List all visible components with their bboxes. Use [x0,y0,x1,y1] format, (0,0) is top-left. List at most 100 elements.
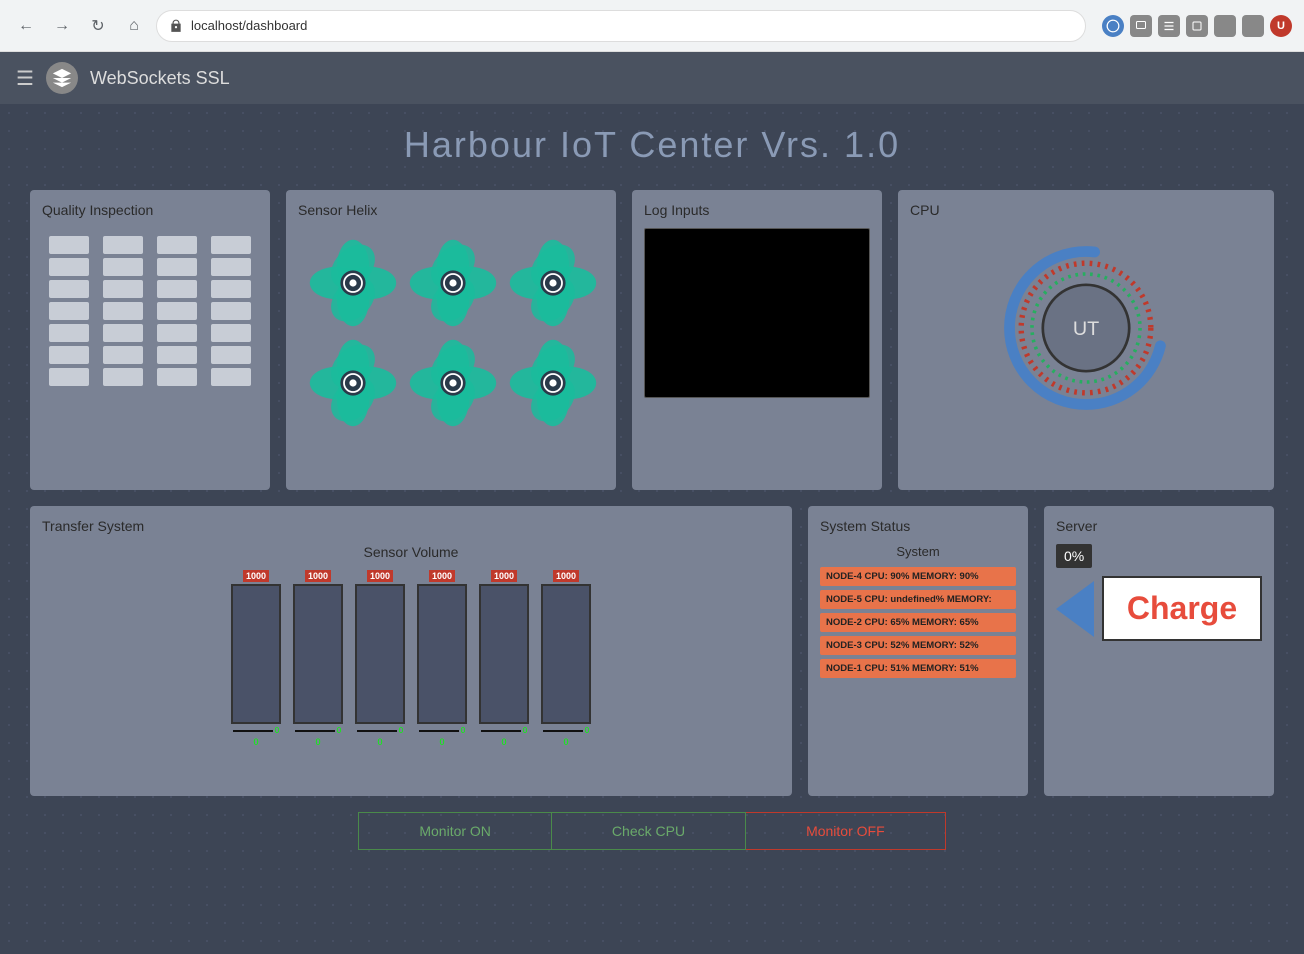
browser-icon-5 [1214,15,1236,37]
bar-outer [231,584,281,724]
server-panel: Server 0% Charge [1044,506,1274,796]
sensor-volume-title: Sensor Volume [42,544,780,560]
transfer-system-panel: Transfer System Sensor Volume 1000 0 0 [30,506,792,796]
quality-col-2 [103,236,143,386]
cpu-panel: CPU // Rendered inline below [898,190,1274,490]
bar-green-label: 0 [253,737,258,747]
status-node-3: NODE-3 CPU: 52% MEMORY: 52% [820,636,1016,655]
quality-cell [211,236,251,254]
menu-icon[interactable]: ☰ [16,66,34,91]
quality-col-4 [211,236,251,386]
bar-top-label: 1000 [243,570,269,582]
forward-button[interactable]: → [48,12,76,40]
url-text: localhost/dashboard [191,18,307,33]
quality-cell [103,280,143,298]
quality-cell [157,346,197,364]
bar-6: 1000 0 0 [541,570,591,747]
bar-outer [355,584,405,724]
flower-6 [508,338,598,428]
bar-outer [479,584,529,724]
bar-top-label: 1000 [305,570,331,582]
browser-bar: ← → ↻ ⌂ localhost/dashboard U [0,0,1304,52]
monitor-off-button[interactable]: Monitor OFF [746,812,946,850]
monitor-on-button[interactable]: Monitor ON [358,812,552,850]
quality-cell [49,236,89,254]
page-title: Harbour IoT Center Vrs. 1.0 [30,124,1274,166]
address-bar[interactable]: localhost/dashboard [156,10,1086,42]
app-bar: ☰ WebSockets SSL [0,52,1304,104]
app-logo [46,62,78,94]
cpu-gauge: // Rendered inline below UT [910,228,1262,428]
bar-1: 1000 0 0 [231,570,281,747]
flower-4 [308,338,398,428]
sensor-helix-title: Sensor Helix [298,202,604,218]
quality-cell [211,302,251,320]
volume-bars: 1000 0 0 1000 [42,570,780,747]
quality-cell [103,368,143,386]
status-node-2: NODE-2 CPU: 65% MEMORY: 65% [820,613,1016,632]
bar-5: 1000 0 0 [479,570,529,747]
quality-cell [211,280,251,298]
quality-cell [103,236,143,254]
bar-top-label: 1000 [553,570,579,582]
quality-cell [211,258,251,276]
user-avatar[interactable]: U [1270,15,1292,37]
quality-cell [49,324,89,342]
bar-top-label: 1000 [367,570,393,582]
bar-outer [293,584,343,724]
quality-cell [49,368,89,386]
app-title: WebSockets SSL [90,68,230,89]
quality-cell [49,258,89,276]
quality-cell [157,324,197,342]
status-node-1: NODE-1 CPU: 51% MEMORY: 51% [820,659,1016,678]
quality-cell [103,302,143,320]
sensor-helix-panel: Sensor Helix [286,190,616,490]
bar-outer [417,584,467,724]
cpu-title: CPU [910,202,1262,218]
server-charge-row: Charge [1056,576,1262,641]
bar-4: 1000 0 0 [417,570,467,747]
charge-box: Charge [1102,576,1262,641]
flower-1 [308,238,398,328]
quality-col-1 [49,236,89,386]
quality-cell [49,346,89,364]
check-cpu-button[interactable]: Check CPU [552,812,746,850]
home-button[interactable]: ⌂ [120,12,148,40]
bar-green-label: 0 [563,737,568,747]
quality-cell [157,236,197,254]
log-inputs-panel: Log Inputs [632,190,882,490]
bottom-row: Transfer System Sensor Volume 1000 0 0 [30,506,1274,796]
quality-cell [211,346,251,364]
back-button[interactable]: ← [12,12,40,40]
browser-icon-1 [1102,15,1124,37]
bar-outer [541,584,591,724]
status-node-5: NODE-5 CPU: undefined% MEMORY: [820,590,1016,609]
system-status-title: System Status [820,518,1016,534]
bar-top-label: 1000 [429,570,455,582]
quality-inspection-title: Quality Inspection [42,202,258,218]
status-list: NODE-4 CPU: 90% MEMORY: 90% NODE-5 CPU: … [820,567,1016,678]
main-content: Harbour IoT Center Vrs. 1.0 Quality Insp… [0,104,1304,954]
quality-cell [211,324,251,342]
charge-label: Charge [1127,590,1237,626]
charge-arrow-icon [1056,581,1094,637]
status-node-4: NODE-4 CPU: 90% MEMORY: 90% [820,567,1016,586]
flower-3 [508,238,598,328]
log-inputs-title: Log Inputs [644,202,870,218]
reload-button[interactable]: ↻ [84,12,112,40]
helix-grid [298,228,604,438]
lock-icon [169,19,183,33]
svg-text:UT: UT [1073,318,1099,340]
bar-green-label: 0 [501,737,506,747]
bar-top-label: 1000 [491,570,517,582]
browser-icon-4 [1186,15,1208,37]
quality-cell [157,280,197,298]
system-subtitle: System [820,544,1016,559]
bar-green-label: 0 [439,737,444,747]
quality-inspection-panel: Quality Inspection [30,190,270,490]
bar-3: 1000 0 0 [355,570,405,747]
server-title: Server [1056,518,1262,534]
top-row: Quality Inspection [30,190,1274,490]
transfer-system-title: Transfer System [42,518,780,534]
quality-cell [157,302,197,320]
